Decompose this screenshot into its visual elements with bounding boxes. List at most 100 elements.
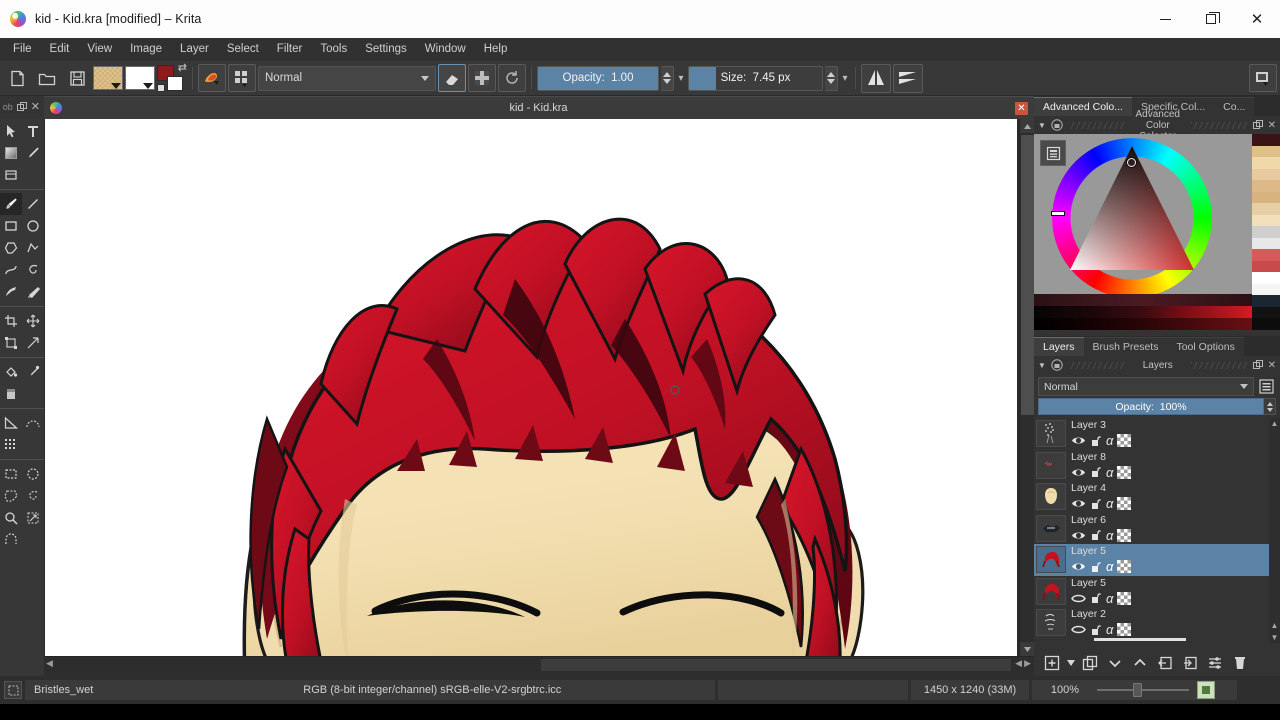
layer-lock-icon[interactable] bbox=[1090, 498, 1102, 510]
float-icon[interactable] bbox=[16, 102, 27, 112]
brush-editor-button[interactable] bbox=[198, 64, 226, 92]
canvas-page[interactable] bbox=[45, 119, 1017, 656]
color-wheel[interactable] bbox=[1051, 138, 1217, 300]
palette-swatch-16[interactable] bbox=[1252, 318, 1280, 330]
scroll-right-button[interactable]: ◀ bbox=[1015, 658, 1022, 669]
polygon-tool[interactable] bbox=[0, 237, 22, 259]
layer-name[interactable]: Layer 5 bbox=[1071, 577, 1131, 590]
eraser-mode-button[interactable] bbox=[438, 64, 466, 92]
layer-list[interactable]: Layer 3 α Layer 8 α Layer 4 α Layer 6 α … bbox=[1034, 418, 1280, 643]
save-document-button[interactable] bbox=[63, 64, 91, 92]
layer-visibility-icon[interactable] bbox=[1071, 498, 1086, 509]
scroll-down-button[interactable] bbox=[1020, 642, 1035, 656]
add-layer-dropdown[interactable] bbox=[1065, 652, 1077, 674]
layer-lock-icon[interactable] bbox=[1090, 561, 1102, 573]
measure-tool[interactable] bbox=[22, 332, 44, 354]
calligraphy-tool[interactable] bbox=[22, 142, 44, 164]
opacity-slider[interactable]: Opacity: 1.00 bbox=[537, 65, 659, 91]
saturation-gradient-bar[interactable] bbox=[1034, 306, 1252, 318]
open-document-button[interactable] bbox=[33, 64, 61, 92]
similar-color-selection-tool[interactable] bbox=[22, 507, 44, 529]
fit-page-icon[interactable] bbox=[1197, 681, 1215, 699]
freehand-path-tool[interactable] bbox=[22, 259, 44, 281]
close-icon[interactable]: ✕ bbox=[31, 102, 40, 113]
fill-tool[interactable] bbox=[0, 361, 22, 383]
spinner-up-icon[interactable] bbox=[663, 72, 671, 77]
scroll-thumb[interactable] bbox=[1021, 135, 1034, 415]
assistant-tool[interactable] bbox=[0, 412, 22, 434]
spinner-down-icon[interactable] bbox=[663, 79, 671, 84]
move-layer-up-button[interactable] bbox=[1128, 652, 1152, 674]
scroll-up-button[interactable] bbox=[1020, 119, 1035, 133]
layer-opacity-row[interactable]: Opacity: 100% bbox=[1034, 398, 1280, 415]
reset-colors-icon[interactable] bbox=[157, 84, 165, 92]
maximize-button[interactable] bbox=[1188, 0, 1234, 38]
menu-select[interactable]: Select bbox=[218, 40, 268, 59]
canvas-area[interactable] bbox=[44, 119, 1034, 656]
menu-window[interactable]: Window bbox=[416, 40, 475, 59]
palette-swatch-2[interactable] bbox=[1252, 157, 1280, 169]
freehand-selection-tool[interactable] bbox=[22, 485, 44, 507]
canvas-tab-close-button[interactable]: ✕ bbox=[1015, 101, 1028, 115]
tab-layers[interactable]: Layers bbox=[1034, 337, 1084, 356]
close-icon[interactable]: ✕ bbox=[1268, 360, 1276, 371]
pattern-swatch[interactable] bbox=[125, 66, 155, 90]
layer-alpha-icon[interactable]: α bbox=[1106, 528, 1113, 543]
tab-tool-options[interactable]: Tool Options bbox=[1167, 337, 1244, 356]
hue-gradient-bar[interactable] bbox=[1034, 318, 1252, 330]
duplicate-layer-button[interactable] bbox=[1078, 652, 1102, 674]
layer-alpha-inherit-icon[interactable] bbox=[1117, 465, 1132, 479]
dynamic-brush-tool[interactable] bbox=[0, 281, 22, 303]
menu-view[interactable]: View bbox=[78, 40, 121, 59]
hue-marker[interactable] bbox=[1051, 211, 1065, 216]
layer-opacity-spinner[interactable] bbox=[1264, 398, 1276, 415]
spinner-up-icon[interactable] bbox=[1266, 401, 1273, 406]
gradient-tool[interactable] bbox=[0, 142, 22, 164]
spinner-down-icon[interactable] bbox=[827, 79, 835, 84]
move-tool[interactable] bbox=[22, 310, 44, 332]
preserve-alpha-button[interactable] bbox=[468, 64, 496, 92]
palette-swatch-13[interactable] bbox=[1252, 283, 1280, 296]
blending-mode-selector[interactable]: Normal bbox=[258, 65, 436, 91]
opacity-spinner[interactable] bbox=[661, 65, 674, 91]
size-spinner[interactable] bbox=[825, 65, 838, 91]
palette-swatch-3[interactable] bbox=[1252, 168, 1280, 181]
close-button[interactable]: ✕ bbox=[1234, 0, 1280, 38]
palette-swatch-9[interactable] bbox=[1252, 237, 1280, 250]
zoom-slider-knob[interactable] bbox=[1133, 683, 1142, 697]
layer-row-2[interactable]: Layer 4 α bbox=[1034, 481, 1280, 513]
layer-scroll-down-top[interactable]: ▲ bbox=[1269, 620, 1280, 631]
collapse-icon[interactable]: ▼ bbox=[1038, 121, 1046, 130]
collapse-icon[interactable]: ▼ bbox=[1038, 361, 1046, 370]
zoom-status[interactable]: 100% bbox=[1032, 680, 1237, 700]
layer-filter-button[interactable] bbox=[1203, 652, 1227, 674]
mirror-vertical-button[interactable] bbox=[893, 63, 923, 93]
color-palette-strip[interactable] bbox=[1252, 134, 1280, 330]
layer-alpha-icon[interactable]: α bbox=[1106, 465, 1113, 480]
drag-handle-left[interactable] bbox=[1067, 361, 1125, 369]
scroll-left-button[interactable]: ◀ bbox=[46, 658, 53, 669]
color-cursor[interactable] bbox=[1127, 158, 1136, 167]
spinner-up-icon[interactable] bbox=[827, 72, 835, 77]
drag-handle-right[interactable] bbox=[1191, 121, 1248, 129]
palette-swatch-10[interactable] bbox=[1252, 249, 1280, 261]
grid-tool[interactable] bbox=[0, 434, 22, 456]
layer-blending-mode-selector[interactable]: Normal bbox=[1038, 377, 1254, 396]
drag-handle-right[interactable] bbox=[1191, 361, 1248, 369]
palette-swatch-6[interactable] bbox=[1252, 203, 1280, 215]
layer-row-5[interactable]: Layer 5 α bbox=[1034, 576, 1280, 608]
palette-swatch-12[interactable] bbox=[1252, 272, 1280, 284]
text-tool[interactable] bbox=[22, 120, 44, 142]
layer-visibility-icon[interactable] bbox=[1071, 467, 1086, 478]
canvas-horizontal-scrollbar[interactable]: ◀ ◀ ▶ bbox=[44, 656, 1034, 672]
layer-list-scrollbar[interactable]: ▲ ▲ ▼ bbox=[1269, 418, 1280, 643]
edit-shapes-tool[interactable] bbox=[0, 164, 22, 186]
palette-swatch-4[interactable] bbox=[1252, 180, 1280, 192]
layer-lock-icon[interactable] bbox=[1090, 435, 1102, 447]
contiguous-selection-tool[interactable] bbox=[0, 507, 22, 529]
layer-scroll-up-button[interactable]: ▲ bbox=[1269, 418, 1280, 429]
color-gradient-bars[interactable] bbox=[1034, 294, 1252, 330]
ellipse-tool[interactable] bbox=[22, 215, 44, 237]
canvas-tab[interactable]: kid - Kid.kra ✕ bbox=[44, 96, 1034, 119]
layer-alpha-icon[interactable]: α bbox=[1106, 591, 1113, 606]
